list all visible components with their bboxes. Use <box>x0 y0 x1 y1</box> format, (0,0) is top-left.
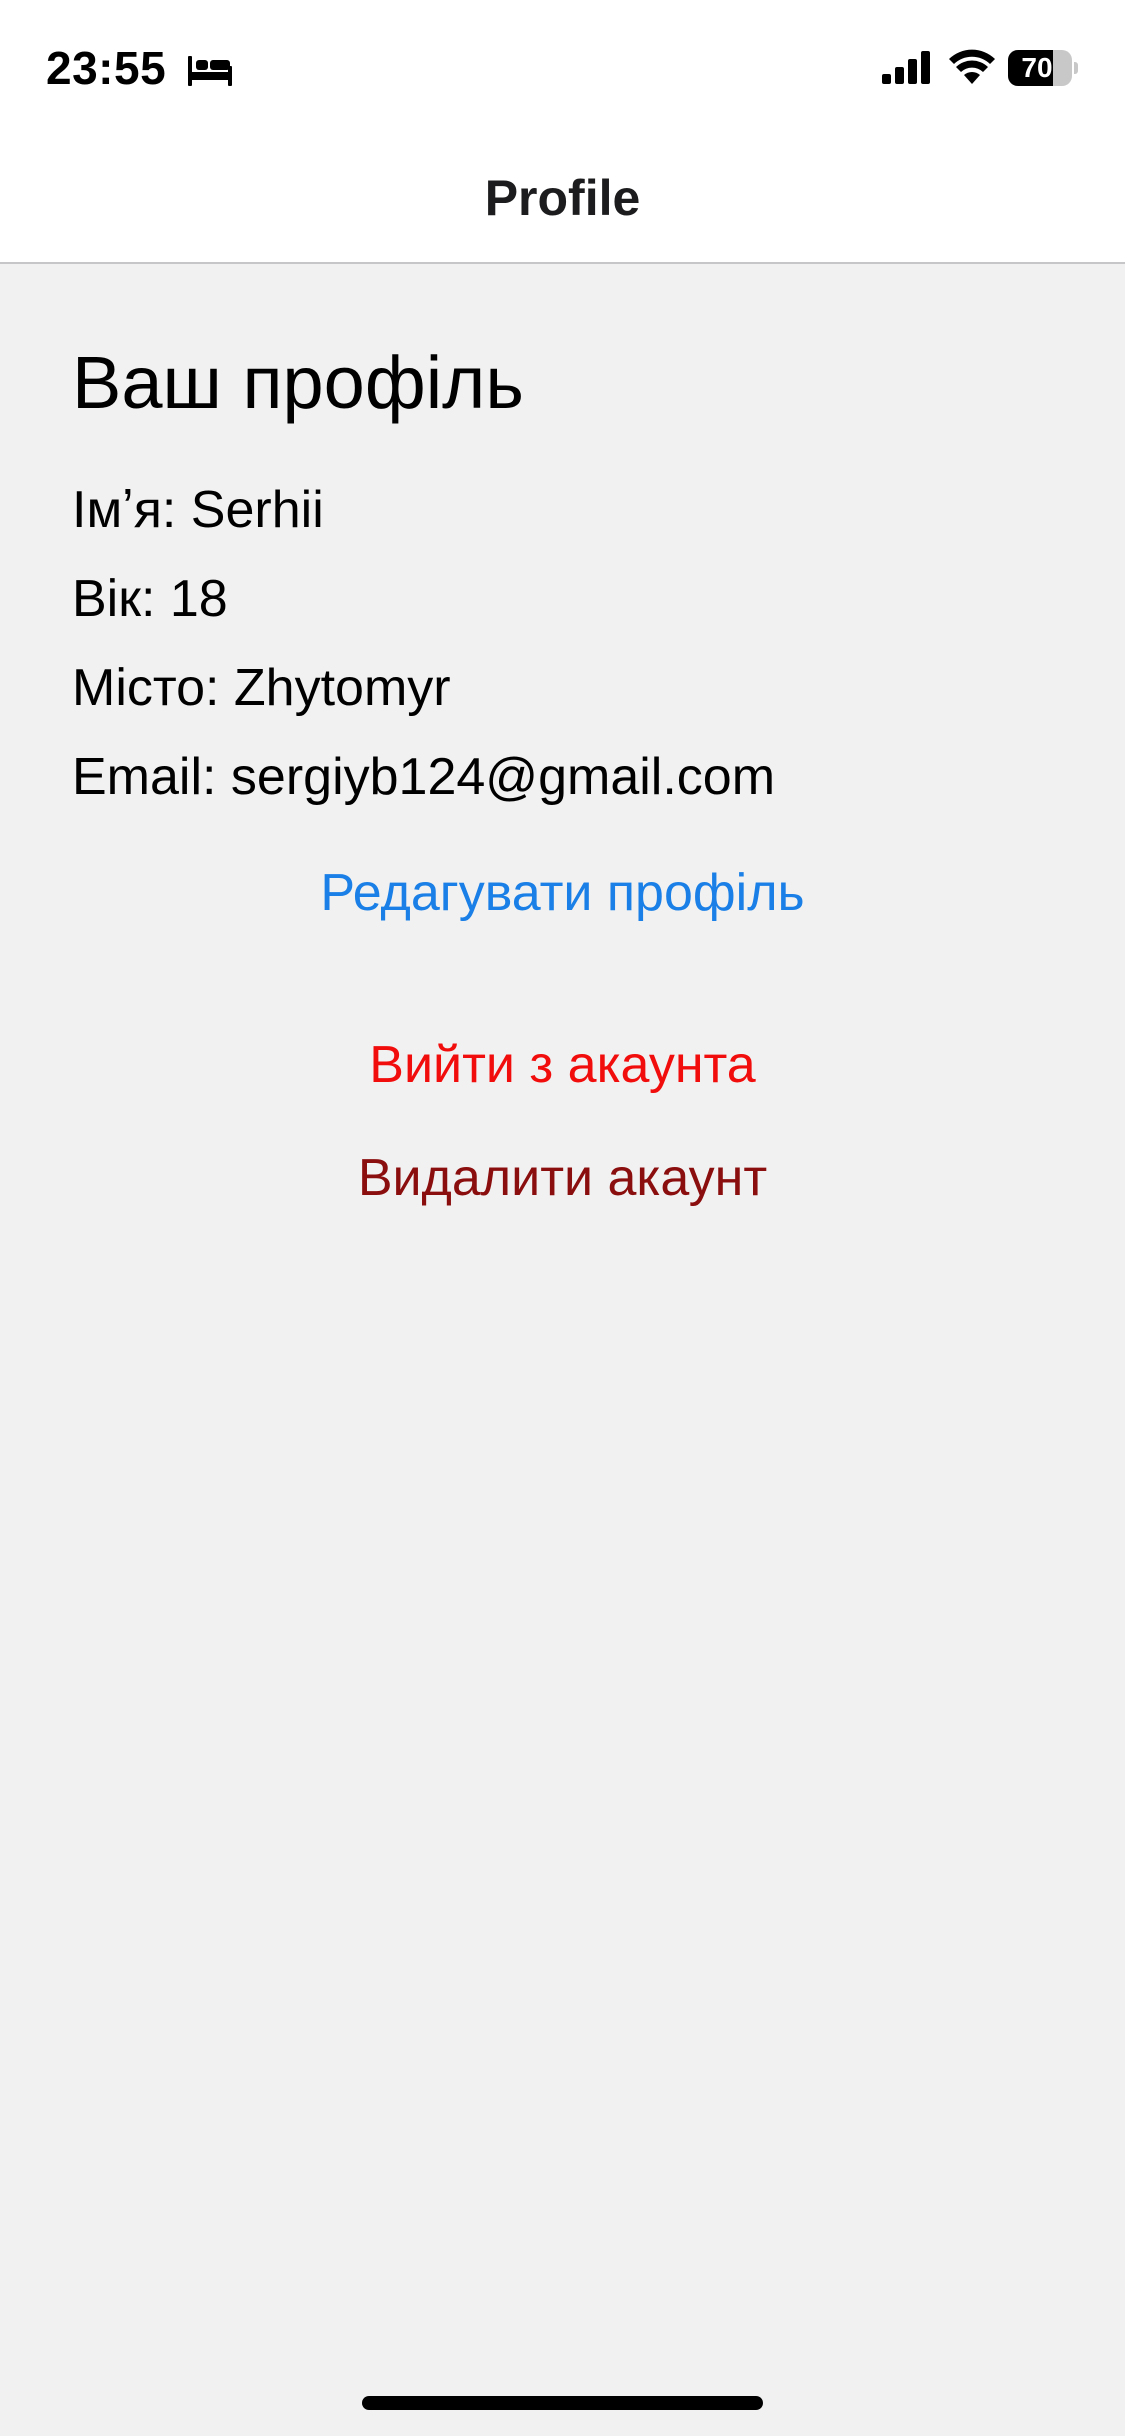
battery-icon: 70 <box>1008 50 1078 86</box>
logout-button[interactable]: Вийти з акаунта <box>0 1033 1125 1097</box>
battery-body: 70 <box>1008 50 1072 86</box>
status-bar: 23:55 70 <box>0 0 1125 132</box>
status-time: 23:55 <box>46 42 167 94</box>
battery-cap <box>1074 62 1078 74</box>
wifi-icon <box>949 49 995 84</box>
page-title: Ваш профіль <box>72 341 524 424</box>
battery-level: 70 <box>1021 52 1053 83</box>
cellular-signal-icon <box>882 51 930 84</box>
nav-title: Profile <box>484 170 641 226</box>
profile-name: Імʼя: Serhii <box>72 481 324 539</box>
home-indicator[interactable] <box>362 2396 763 2410</box>
profile-age: Вік: 18 <box>72 570 228 628</box>
delete-account-button[interactable]: Видалити акаунт <box>0 1146 1125 1210</box>
bed-icon <box>188 56 232 86</box>
profile-email: Email: sergiyb124@gmail.com <box>72 748 776 806</box>
edit-profile-button[interactable]: Редагувати профіль <box>0 861 1125 925</box>
profile-city: Місто: Zhytomyr <box>72 659 451 717</box>
navigation-bar: Profile <box>0 132 1125 264</box>
